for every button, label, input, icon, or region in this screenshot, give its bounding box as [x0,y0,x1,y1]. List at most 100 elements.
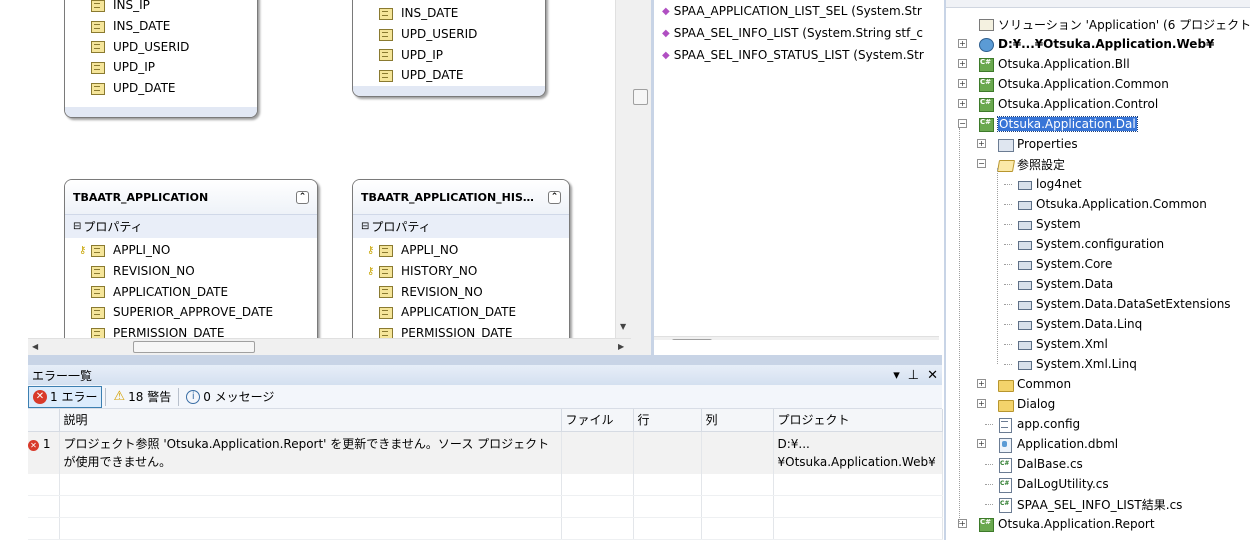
entity-title: TBAATR_APPLICATION_HIS… [361,190,534,204]
entity-property[interactable]: UPD_IP [65,57,257,78]
tree-item[interactable]: Otsuka.Application.Common [978,74,1169,94]
designer-vertical-scrollbar[interactable]: ▼ [615,0,631,338]
entity-property[interactable]: ⚷ HISTORY_NO [353,261,569,282]
property-icon [89,20,105,33]
entity-property[interactable]: INS_DATE [353,3,545,24]
tree-item[interactable]: Application.dbml [997,434,1118,454]
column-header-file[interactable]: ファイル [561,409,634,432]
property-icon [377,265,393,278]
tree-item[interactable]: Otsuka.Application.Bll [978,54,1130,74]
expand-plus-icon[interactable]: + [977,379,986,388]
tree-item[interactable]: DalBase.cs [997,454,1083,474]
errors-filter-button[interactable]: ✕ 1 エラー [28,385,103,408]
methods-horizontal-scrollbar[interactable]: ◀ [654,336,939,340]
collapse-minus-icon[interactable]: − [977,159,986,168]
warnings-filter-button[interactable]: ⚠ 18 警告 [109,386,175,408]
entity-header[interactable]: TBAATR_APPLICATION ⌃ [65,180,317,214]
entity-property[interactable]: INS_IP [65,0,257,16]
tree-item[interactable]: Properties [997,134,1078,154]
entity-table[interactable]: INS_IP INS_DATE UPD_USERID UPD_IP UPD_DATE [64,0,258,118]
tree-item[interactable]: Common [997,374,1071,394]
entity-property[interactable]: APPLICATION_DATE [65,281,317,302]
entity-property[interactable]: UPD_USERID [353,24,545,45]
expand-plus-icon[interactable]: + [977,399,986,408]
tree-item[interactable]: Otsuka.Application.Report [978,514,1155,534]
scroll-right-arrow-icon[interactable]: ▶ [618,342,624,351]
collapse-minus-icon[interactable]: − [958,119,967,128]
method-item[interactable]: ◆ SPAA_SEL_INFO_LIST (System.String stf_c [654,22,939,44]
entity-table[interactable]: INS_DATE UPD_USERID UPD_IP UPD_DATE [352,0,546,97]
tree-item[interactable]: System.Data [1016,274,1113,294]
column-header-index[interactable] [28,409,60,432]
tree-item[interactable]: System.Xml [1016,334,1108,354]
entity-property[interactable]: SUPERIOR_APPROVE_DATE [65,302,317,323]
designer-horizontal-scrollbar[interactable]: ◀ ▶ [28,338,631,355]
tree-item[interactable]: System.configuration [1016,234,1164,254]
dropdown-arrow-icon[interactable]: ▾ [893,368,900,383]
methods-pane[interactable]: ◆ SPAA_APPLICATION_LIST_SEL (System.Str ◆ S… [654,0,939,340]
minus-box-icon[interactable]: ⊟ [361,221,369,232]
tree-item[interactable]: Dialog [997,394,1055,414]
close-icon[interactable]: ✕ [927,368,938,383]
entity-property[interactable]: INS_DATE [65,16,257,37]
tree-item[interactable]: System.Core [1016,254,1112,274]
horizontal-splitter[interactable] [28,355,942,365]
entity-property[interactable]: ⚷ APPLI_NO [65,240,317,261]
tree-item[interactable]: DalLogUtility.cs [997,474,1109,494]
properties-section[interactable]: ⊟ プロパティ [353,214,569,238]
dbml-designer-surface[interactable]: INS_IP INS_DATE UPD_USERID UPD_IP UPD_DATE I… [28,0,631,340]
entity-property[interactable]: UPD_IP [353,44,545,65]
entity-property[interactable]: UPD_USERID [65,36,257,57]
tree-item[interactable]: Otsuka.Application.Dal [978,114,1138,134]
scroll-thumb[interactable] [672,339,712,340]
column-header-project[interactable]: プロジェクト [773,409,943,432]
tree-item[interactable]: 参照設定 [997,154,1065,174]
tree-item[interactable]: D:¥...¥Otsuka.Application.Web¥ [978,34,1214,54]
collapse-up-icon[interactable]: ⌃ [548,190,561,204]
entity-header[interactable]: TBAATR_APPLICATION_HIS… ⌃ [353,180,569,214]
pin-icon[interactable]: ⊥ [908,368,919,383]
properties-section[interactable]: ⊟ プロパティ [65,214,317,238]
tree-item[interactable]: System.Data.DataSetExtensions [1016,294,1231,314]
designer-scrollbar-track[interactable] [631,0,651,355]
entity-property[interactable]: UPD_DATE [353,65,545,86]
tree-item[interactable]: ソリューション 'Application' (6 プロジェクト) [978,14,1250,34]
entity-table[interactable]: TBAATR_APPLICATION ⌃ ⊟ プロパティ ⚷ APPLI_NO RE… [64,179,318,340]
column-header-line[interactable]: 行 [633,409,702,432]
tree-item[interactable]: app.config [997,414,1080,434]
expand-plus-icon[interactable]: + [958,99,967,108]
scroll-left-arrow-icon[interactable]: ◀ [32,342,38,351]
tree-item[interactable]: SPAA_SEL_INFO_LIST結果.cs [997,494,1182,514]
expand-plus-icon[interactable]: + [958,79,967,88]
entity-property[interactable]: APPLICATION_DATE [353,302,569,323]
column-header-description[interactable]: 説明 [59,409,562,432]
tree-item[interactable]: System.Data.Linq [1016,314,1142,334]
tree-item[interactable]: Otsuka.Application.Common [1016,194,1207,214]
expand-plus-icon[interactable]: + [958,59,967,68]
scroll-thumb[interactable] [633,89,648,105]
table-row[interactable]: ✕ 1 プロジェクト参照 'Otsuka.Application.Report'… [28,431,943,474]
tree-item[interactable]: System [1016,214,1081,234]
entity-table[interactable]: TBAATR_APPLICATION_HIS… ⌃ ⊟ プロパティ ⚷ APPLI… [352,179,570,340]
messages-filter-button[interactable]: i 0 メッセージ [182,386,278,408]
tree-item[interactable]: System.Xml.Linq [1016,354,1137,374]
error-icon: ✕ [28,439,39,451]
expand-plus-icon[interactable]: + [977,439,986,448]
scroll-thumb[interactable] [133,341,255,353]
entity-property[interactable]: UPD_DATE [65,78,257,99]
entity-property[interactable]: ⚷ APPLI_NO [353,240,569,261]
expand-plus-icon[interactable]: + [977,139,986,148]
column-header-column[interactable]: 列 [701,409,774,432]
property-icon [377,285,393,299]
method-item[interactable]: ◆ SPAA_SEL_INFO_STATUS_LIST (System.Str [654,44,939,66]
scroll-down-arrow-icon[interactable]: ▼ [620,322,626,331]
minus-box-icon[interactable]: ⊟ [73,221,81,232]
titlebar-controls: ▾ ⊥ ✕ [893,368,938,383]
tree-item[interactable]: log4net [1016,174,1082,194]
collapse-up-icon[interactable]: ⌃ [296,190,309,204]
entity-property[interactable]: REVISION_NO [65,261,317,282]
expand-plus-icon[interactable]: + [958,39,967,48]
method-item[interactable]: ◆ SPAA_APPLICATION_LIST_SEL (System.Str [654,0,939,22]
entity-property[interactable]: REVISION_NO [353,281,569,302]
tree-item[interactable]: Otsuka.Application.Control [978,94,1158,114]
